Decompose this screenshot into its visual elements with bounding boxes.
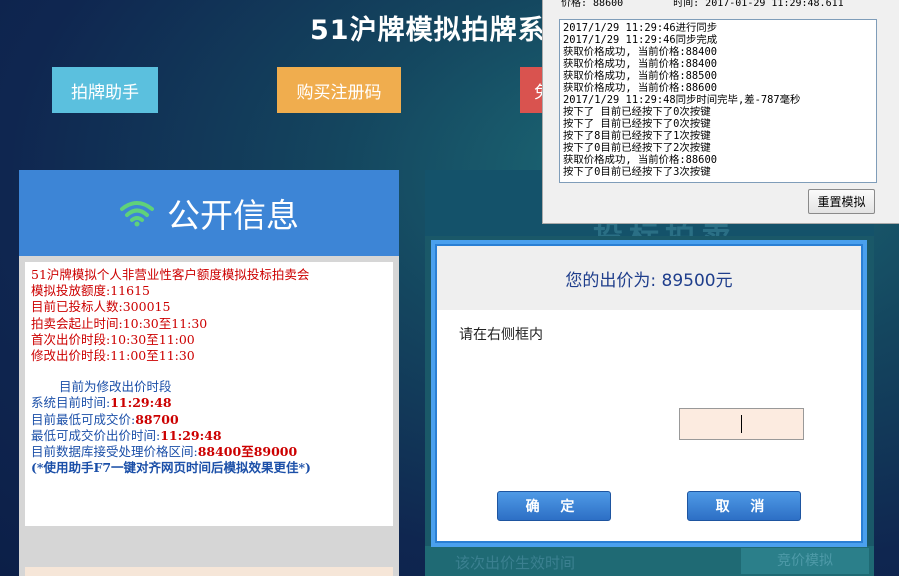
time-label: 时间: [673, 0, 700, 9]
log-header: 价格: 88600 时间: 2017-01-29 11:29:48.611 [561, 0, 891, 9]
system-time-value: 11:29:48 [110, 395, 172, 411]
bid-confirm-dialog: 您的出价为: 89500元 请在右侧框内 确 定 取 消 [431, 240, 867, 547]
log-line: 获取价格成功, 当前价格:88600 [563, 82, 717, 94]
bid-amount-title: 您的出价为: 89500元 [437, 246, 861, 310]
bid-dialog-body: 您的出价为: 89500元 请在右侧框内 确 定 取 消 [435, 244, 863, 543]
price-range-value: 88400至89000 [197, 444, 298, 460]
log-line: 获取价格成功, 当前价格:88600 [563, 154, 717, 166]
log-line: 获取价格成功, 当前价格:88400 [563, 46, 717, 58]
helper-button[interactable]: 拍牌助手 [52, 67, 158, 113]
site-title: 51沪牌模拟拍牌系 [310, 15, 546, 46]
price-range-line: 目前数据库接受处理价格区间:88400至89000 [31, 444, 387, 460]
price-label: 价格: [561, 0, 588, 9]
bid-effective-time-text: 该次出价生效时间 [455, 554, 576, 572]
reset-simulation-button[interactable]: 重置模拟 [808, 189, 875, 214]
min-price-time-value: 11:29:48 [160, 427, 222, 443]
bid-simulate-button[interactable]: 竞价模拟 [741, 548, 869, 574]
bid-prompt-text: 请在右侧框内 [459, 327, 543, 343]
modify-period-line: 修改出价时段:11:00至11:30 [31, 348, 195, 364]
log-line: 按下了8目前已经按下了1次按键 [563, 130, 711, 142]
log-line: 获取价格成功, 当前价格:88400 [563, 58, 717, 70]
usage-tip: (*使用助手F7一键对齐网页时间后模拟效果更佳*) [31, 460, 311, 476]
quota-line: 模拟投放额度:11615 [31, 283, 150, 299]
public-info-title: 公开信息 [167, 196, 299, 235]
bidding-footer: 该次出价生效时间 竞价模拟 [425, 546, 874, 576]
log-line: 获取价格成功, 当前价格:88500 [563, 70, 717, 82]
captcha-input[interactable] [679, 408, 804, 440]
helper-log-window: 价格: 88600 时间: 2017-01-29 11:29:48.611 2017/… [542, 0, 899, 224]
confirm-button[interactable]: 确 定 [497, 491, 611, 521]
public-info-box: 51沪牌模拟个人非营业性客户额度模拟投标拍卖会 模拟投放额度:11615 目前已… [25, 262, 393, 526]
public-info-panel: 公开信息 51沪牌模拟个人非营业性客户额度模拟投标拍卖会 模拟投放额度:1161… [19, 170, 399, 576]
bidders-line: 目前已投标人数:300015 [31, 299, 171, 315]
min-price-value: 88700 [135, 411, 179, 427]
log-line: 2017/1/29 11:29:46进行同步 [563, 22, 718, 34]
price-value: 88600 [593, 0, 624, 9]
system-time-line: 系统目前时间:11:29:48 [31, 395, 387, 411]
log-line: 2017/1/29 11:29:46同步完成 [563, 34, 718, 46]
public-info-header: 公开信息 [19, 170, 399, 256]
first-period-line: 首次出价时段:10:30至11:00 [31, 331, 195, 347]
log-line: 按下了0目前已经按下了3次按键 [563, 166, 711, 178]
price-range-label: 目前数据库接受处理价格区间: [31, 444, 198, 460]
session-time-line: 拍卖会起止时间:10:30至11:30 [31, 315, 208, 331]
buy-registration-button[interactable]: 购买注册码 [277, 67, 401, 113]
min-price-time-label: 最低可成交价出价时间: [31, 427, 161, 443]
wifi-icon [120, 201, 154, 227]
log-line: 2017/1/29 11:29:48同步时间完毕,差-787毫秒 [563, 94, 801, 106]
log-line: 按下了 目前已经按下了0次按键 [563, 106, 711, 118]
left-bottom-strip [25, 567, 393, 576]
min-price-line: 目前最低可成交价:88700 [31, 412, 387, 428]
log-textbox[interactable]: 2017/1/29 11:29:46进行同步 2017/1/29 11:29:4… [559, 19, 877, 183]
min-price-time-line: 最低可成交价出价时间:11:29:48 [31, 428, 387, 444]
min-price-label: 目前最低可成交价: [31, 411, 136, 427]
auction-name: 51沪牌模拟个人非营业性客户额度模拟投标拍卖会 [31, 267, 310, 282]
time-value: 2017-01-29 11:29:48.611 [705, 0, 844, 9]
log-line: 按下了0目前已经按下了2次按键 [563, 142, 711, 154]
text-caret [741, 415, 742, 433]
cancel-button[interactable]: 取 消 [687, 491, 801, 521]
log-line: 按下了 目前已经按下了0次按键 [563, 118, 711, 130]
system-time-label: 系统目前时间: [31, 395, 111, 411]
current-phase-line: 目前为修改出价时段 [59, 379, 172, 395]
